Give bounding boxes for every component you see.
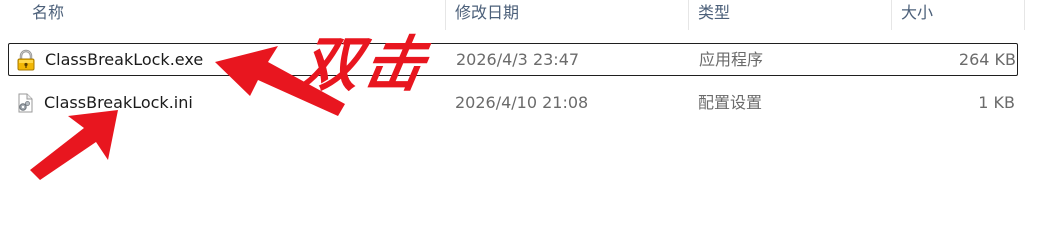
column-header-name[interactable]: 名称 bbox=[24, 0, 444, 28]
file-size: 1 KB bbox=[978, 93, 1015, 112]
file-name[interactable]: ClassBreakLock.ini bbox=[44, 87, 193, 118]
file-modified: 2026/4/3 23:47 bbox=[456, 50, 580, 69]
file-name[interactable]: ClassBreakLock.exe bbox=[45, 44, 203, 75]
column-divider[interactable] bbox=[445, 0, 446, 30]
file-modified: 2026/4/10 21:08 bbox=[455, 93, 589, 112]
column-divider[interactable] bbox=[891, 0, 892, 30]
file-explorer-list: 名称 修改日期 类型 大小 ClassBreakLock.exe 2026/4/… bbox=[0, 0, 1054, 200]
lock-icon bbox=[15, 49, 37, 71]
file-size: 264 KB bbox=[958, 50, 1016, 69]
column-header-type[interactable]: 类型 bbox=[690, 0, 890, 28]
column-header-modified[interactable]: 修改日期 bbox=[447, 0, 687, 28]
file-type: 应用程序 bbox=[699, 50, 764, 69]
column-header-size[interactable]: 大小 bbox=[893, 0, 1023, 28]
file-row-ini[interactable]: ClassBreakLock.ini 2026/4/10 21:08 配置设置 … bbox=[8, 87, 1018, 120]
red-arrow-icon bbox=[30, 110, 118, 180]
column-divider[interactable] bbox=[688, 0, 689, 30]
column-divider[interactable] bbox=[1024, 0, 1025, 30]
column-header-row: 名称 修改日期 类型 大小 bbox=[0, 0, 1054, 30]
settings-file-icon bbox=[14, 92, 36, 114]
file-type: 配置设置 bbox=[698, 93, 763, 112]
file-row-exe[interactable]: ClassBreakLock.exe 2026/4/3 23:47 应用程序 2… bbox=[8, 43, 1018, 76]
